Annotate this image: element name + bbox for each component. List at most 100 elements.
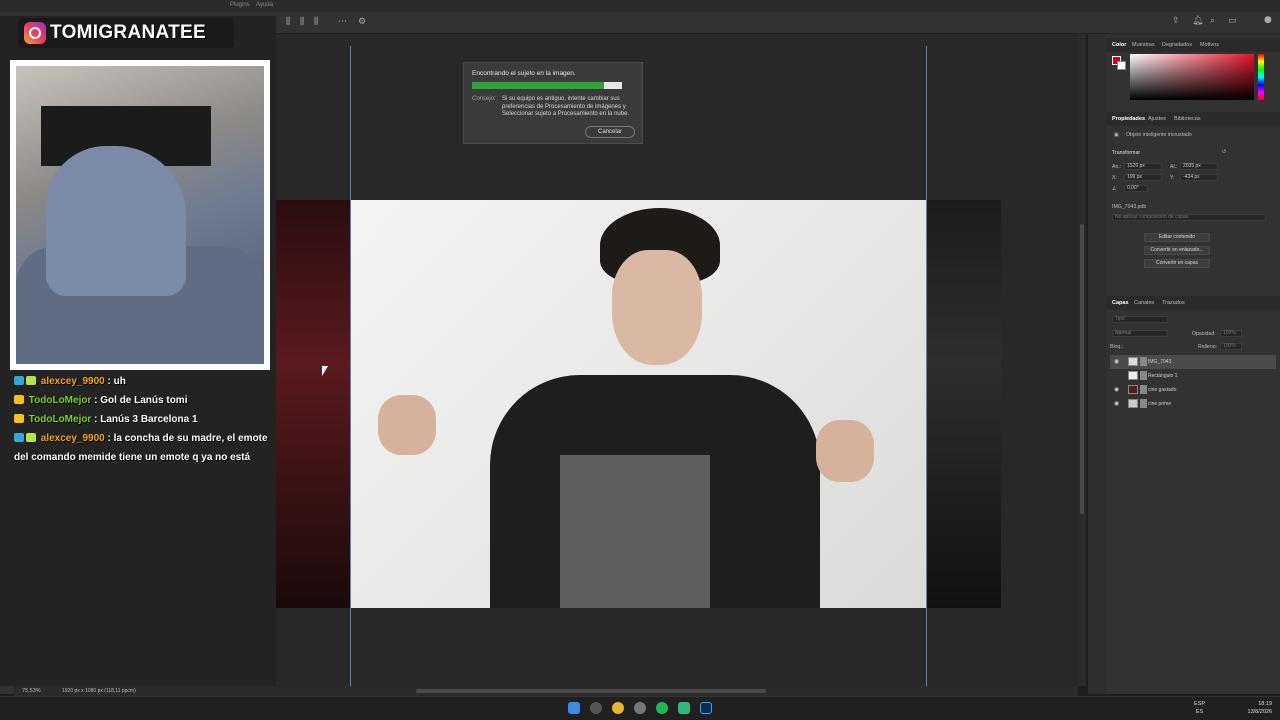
distribute-h-icon[interactable]: ⫼ xyxy=(314,17,318,27)
chat-message: TodoLoMejor : Gol de Lanús tomi xyxy=(14,391,270,410)
guide-line-left[interactable] xyxy=(350,46,351,686)
mouse-cursor xyxy=(322,366,328,376)
canvas-horizontal-scrollbar[interactable] xyxy=(416,689,766,693)
spotify-icon[interactable] xyxy=(656,702,668,714)
settings-icon[interactable] xyxy=(590,702,602,714)
more-options-icon[interactable]: ⋯ xyxy=(338,17,347,27)
dialog-tip-label: Consejo: xyxy=(472,96,496,102)
cancel-button[interactable]: Cancelar xyxy=(585,126,635,138)
obs-icon[interactable] xyxy=(634,702,646,714)
reset-transform-icon[interactable]: ↺ xyxy=(1222,149,1226,155)
app-icon[interactable] xyxy=(678,702,690,714)
layer-comp-select[interactable]: No aplicar composición de capas xyxy=(1112,214,1266,221)
layer-name: cine prime xyxy=(1148,401,1172,407)
photo-layer[interactable] xyxy=(350,200,927,608)
fill-field[interactable]: 100% xyxy=(1220,343,1242,350)
document-info[interactable]: 1920 px x 1080 px (118,11 ppcm) xyxy=(62,688,136,694)
width-field[interactable]: 1526 px xyxy=(1124,163,1162,170)
avatar[interactable]: ● xyxy=(1264,15,1272,25)
fill-label: Relleno: xyxy=(1198,344,1218,350)
layer-row[interactable]: Rectángulo 1 xyxy=(1110,369,1276,383)
angle-field[interactable]: 0,00° xyxy=(1124,185,1148,192)
zoom-level[interactable]: 75,53% xyxy=(22,688,41,694)
tab-libraries[interactable]: Bibliotecas xyxy=(1174,116,1201,122)
chat-username: alexcey_9900 xyxy=(38,433,108,444)
tab-paths[interactable]: Trazados xyxy=(1162,300,1185,306)
layer-thumbnail xyxy=(1128,371,1138,380)
cinema-layer-right xyxy=(927,200,1001,608)
canvas-vertical-scrollbar[interactable] xyxy=(1078,34,1086,686)
language-code: ESP xyxy=(1194,701,1206,707)
opacity-field[interactable]: 100% xyxy=(1220,330,1242,337)
layer-mask-thumbnail xyxy=(1140,385,1147,394)
scrollbar-thumb[interactable] xyxy=(1080,224,1084,514)
filename-label: IMG_7043.pdb xyxy=(1112,204,1147,210)
system-clock[interactable]: 18:19 13/8/2026 xyxy=(1248,700,1272,716)
visibility-eye-icon[interactable]: ◉ xyxy=(1114,386,1119,393)
tab-color[interactable]: Color xyxy=(1112,42,1126,48)
y-field[interactable]: -434 px xyxy=(1180,174,1218,181)
tab-patterns[interactable]: Motivos xyxy=(1200,42,1219,48)
layer-search-input[interactable]: Tipo xyxy=(1112,316,1168,323)
height-field[interactable]: 2035 px xyxy=(1180,163,1218,170)
layers-panel-tabs: Capas Canales Trazados xyxy=(1106,296,1280,310)
select-subject-progress-dialog: Encontrando el sujeto en la imagen. Cons… xyxy=(463,62,643,144)
chat-badge-icon xyxy=(14,414,24,423)
tab-gradients[interactable]: Degradados xyxy=(1162,42,1192,48)
instagram-icon xyxy=(24,22,46,44)
visibility-eye-icon[interactable]: ◉ xyxy=(1114,400,1119,407)
photo-hand-left xyxy=(378,395,436,455)
hue-slider[interactable] xyxy=(1258,54,1264,100)
convert-to-linked-button[interactable]: Convertir en enlazado... xyxy=(1144,246,1210,255)
tab-channels[interactable]: Canales xyxy=(1134,300,1154,306)
chat-username: alexcey_9900 xyxy=(38,376,108,387)
webcam-frame xyxy=(10,60,270,370)
chat-badge-icon xyxy=(26,433,36,442)
tab-adjustments[interactable]: Ajustes xyxy=(1148,116,1166,122)
layer-row[interactable]: ◉ IMG_7043 xyxy=(1110,355,1276,369)
language-indicator[interactable]: ESP ES xyxy=(1194,700,1205,716)
background-swatch[interactable] xyxy=(1117,61,1126,70)
photoshop-icon[interactable] xyxy=(700,702,712,714)
visibility-eye-icon[interactable]: ◉ xyxy=(1114,358,1119,365)
x-field[interactable]: 199 px xyxy=(1124,174,1162,181)
clock-time: 18:19 xyxy=(1258,701,1272,707)
tab-layers[interactable]: Capas xyxy=(1112,300,1129,306)
windows-taskbar: ESP ES 18:19 13/8/2026 xyxy=(0,696,1280,720)
settings-gear-icon[interactable]: ⚙ xyxy=(358,17,366,27)
menu-item-edicion[interactable]: Plugins xyxy=(230,2,250,8)
layer-row[interactable]: ◉ cine prime xyxy=(1110,397,1276,411)
cinema-layer-left xyxy=(275,200,351,608)
chat-text: : Lanús 3 Barcelona 1 xyxy=(94,414,198,425)
blend-mode-select[interactable]: Normal xyxy=(1112,330,1168,337)
color-picker-field[interactable] xyxy=(1130,54,1254,100)
distribute-icon[interactable]: ⫼ xyxy=(286,17,290,27)
layer-thumbnail xyxy=(1128,399,1138,408)
search-icon[interactable]: ⌕ xyxy=(1210,16,1215,26)
dialog-tip: Si su equipo es antiguo, intente cambiar… xyxy=(502,96,630,117)
chrome-icon[interactable] xyxy=(612,702,624,714)
chat-text: : uh xyxy=(107,376,126,387)
color-panel-tabs: Color Muestras Degradados Motivos xyxy=(1106,38,1280,52)
tab-swatches[interactable]: Muestras xyxy=(1132,42,1155,48)
photo-hand-right xyxy=(816,420,874,482)
guide-line-right[interactable] xyxy=(926,46,927,686)
edit-contents-button[interactable]: Editar contenido xyxy=(1144,233,1210,242)
layer-mask-thumbnail xyxy=(1140,357,1147,366)
tab-properties[interactable]: Propiedades xyxy=(1112,116,1145,122)
share-icon[interactable]: ⇪ xyxy=(1172,16,1180,26)
convert-to-layers-button[interactable]: Convertir en capas xyxy=(1144,259,1210,268)
distribute-v-icon[interactable]: ⫼ xyxy=(300,17,304,27)
language-sub: ES xyxy=(1195,709,1204,715)
layer-row[interactable]: ◉ cine gastado xyxy=(1110,383,1276,397)
menu-item-ayuda[interactable]: Ayuda xyxy=(256,2,273,8)
photo-face xyxy=(612,250,702,365)
windows-start-icon[interactable] xyxy=(568,702,580,714)
chat-message: alexcey_9900 : la concha de su madre, el… xyxy=(14,429,270,467)
bell-icon[interactable]: 🔔︎ xyxy=(1192,16,1203,26)
title-bar: Plugins Ayuda xyxy=(0,0,1280,12)
layer-mask-thumbnail xyxy=(1140,371,1147,380)
y-label: Y: xyxy=(1170,175,1175,181)
progress-bar-fill xyxy=(472,82,604,89)
workspace-icon[interactable]: ▭ xyxy=(1228,16,1237,26)
